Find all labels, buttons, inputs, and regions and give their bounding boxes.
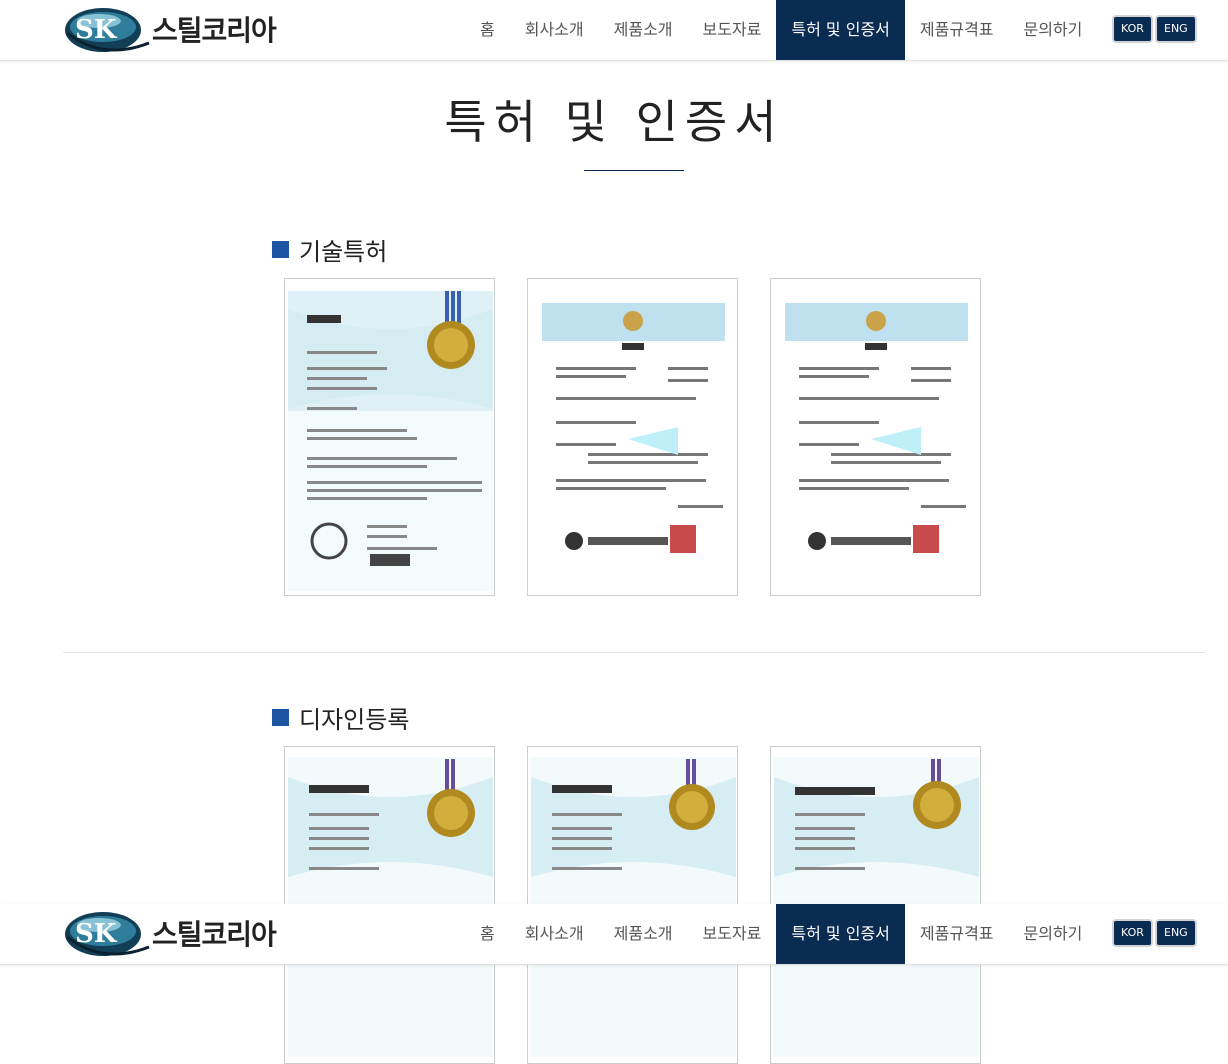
menu-item-about[interactable]: 회사소개 <box>510 0 599 60</box>
sk-globe-logo-icon: SK <box>65 8 150 52</box>
patent-certificate-1[interactable] <box>284 278 495 596</box>
menu-item-press[interactable]: 보도자료 <box>688 0 777 60</box>
sk-globe-logo-icon: SK <box>65 912 150 956</box>
sticky-navbar: SK 스틸코리아 홈 회사소개 제품소개 보도자료 특허 및 인증서 제품규격표… <box>0 904 1228 965</box>
menu-item-specs[interactable]: 제품규격표 <box>905 0 1009 60</box>
menu-item-specs[interactable]: 제품규격표 <box>905 904 1009 964</box>
menu-item-patents[interactable]: 특허 및 인증서 <box>776 0 905 60</box>
menu-item-products[interactable]: 제품소개 <box>599 0 688 60</box>
page-title: 특허 및 인증서 <box>444 95 784 149</box>
lang-kor-button[interactable]: KOR <box>1114 17 1151 41</box>
main-menu: 홈 회사소개 제품소개 보도자료 특허 및 인증서 제품규격표 문의하기 <box>465 904 1097 964</box>
svg-text:SK: SK <box>75 919 118 949</box>
svg-text:SK: SK <box>75 15 118 45</box>
logo-text: 스틸코리아 <box>152 14 277 47</box>
title-underline <box>584 170 684 171</box>
main-menu: 홈 회사소개 제품소개 보도자료 특허 및 인증서 제품규격표 문의하기 <box>465 0 1097 60</box>
menu-item-contact[interactable]: 문의하기 <box>1009 0 1098 60</box>
square-bullet-icon <box>272 241 289 258</box>
section-heading-text: 디자인등록 <box>299 706 410 734</box>
menu-item-products[interactable]: 제품소개 <box>599 904 688 964</box>
top-navbar: SK 스틸코리아 홈 회사소개 제품소개 보도자료 특허 및 인증서 제품규격표… <box>0 0 1228 61</box>
menu-item-home[interactable]: 홈 <box>465 0 510 60</box>
patent-certificate-3[interactable] <box>770 278 981 596</box>
lang-eng-button[interactable]: ENG <box>1157 921 1195 945</box>
logo-text: 스틸코리아 <box>152 918 277 951</box>
menu-item-patents[interactable]: 특허 및 인증서 <box>776 904 905 964</box>
section-heading-design: 디자인등록 <box>272 700 409 735</box>
certificate-image <box>288 291 493 591</box>
lang-eng-button[interactable]: ENG <box>1157 17 1195 41</box>
site-logo[interactable]: SK 스틸코리아 <box>63 3 277 55</box>
certificate-image <box>781 293 972 583</box>
section-heading-patents: 기술특허 <box>272 232 387 267</box>
menu-item-about[interactable]: 회사소개 <box>510 904 599 964</box>
section-heading-text: 기술특허 <box>299 238 388 266</box>
site-logo[interactable]: SK 스틸코리아 <box>63 907 277 959</box>
certificate-image <box>538 293 729 583</box>
menu-item-press[interactable]: 보도자료 <box>688 904 777 964</box>
menu-item-home[interactable]: 홈 <box>465 904 510 964</box>
square-bullet-icon <box>272 709 289 726</box>
section-divider <box>63 652 1205 653</box>
menu-item-contact[interactable]: 문의하기 <box>1009 904 1098 964</box>
patent-certificate-2[interactable] <box>527 278 738 596</box>
lang-kor-button[interactable]: KOR <box>1114 921 1151 945</box>
